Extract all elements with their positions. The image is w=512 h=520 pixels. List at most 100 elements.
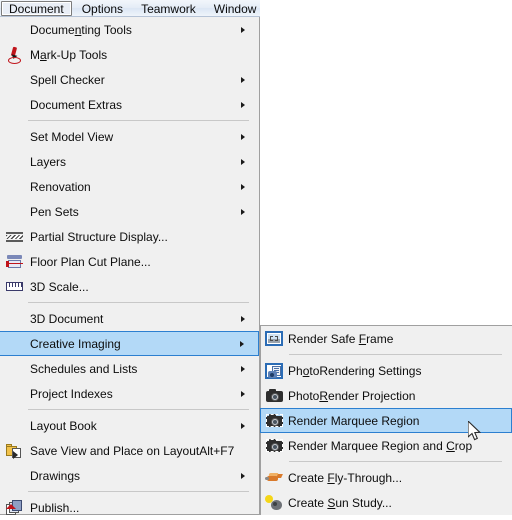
submenu-item-label: Render Marquee Region bbox=[288, 413, 420, 428]
submenu-separator bbox=[289, 461, 502, 462]
submenu-item-render-marquee-region-and-crop[interactable]: Render Marquee Region and Crop bbox=[261, 433, 512, 458]
submenu-arrow-icon bbox=[235, 365, 259, 372]
menu-item-3d-document[interactable]: 3D Document bbox=[0, 306, 259, 331]
menu-item-label: Mark-Up Tools bbox=[30, 47, 108, 62]
menu-icon-placeholder bbox=[0, 126, 28, 148]
submenu-item-render-marquee-region[interactable]: Render Marquee Region bbox=[260, 408, 512, 433]
menu-icon-placeholder bbox=[0, 151, 28, 173]
menu-item-label: Document Extras bbox=[30, 97, 123, 112]
creative-imaging-submenu-panel: Render Safe Frame PhotoRendering Setting… bbox=[260, 325, 512, 515]
render-safe-frame-icon bbox=[261, 328, 287, 350]
menu-item-pen-sets[interactable]: Pen Sets bbox=[0, 199, 259, 224]
submenu-item-create-fly-through[interactable]: Create Fly-Through... bbox=[261, 465, 512, 490]
menu-item-documenting-tools[interactable]: Documenting Tools bbox=[0, 17, 259, 42]
menu-item-layers[interactable]: Layers bbox=[0, 149, 259, 174]
submenu-item-label: Create Fly-Through... bbox=[288, 470, 403, 485]
menu-item-layout-book[interactable]: Layout Book bbox=[0, 413, 259, 438]
menubar-item-options[interactable]: Options bbox=[74, 1, 131, 16]
menu-icon-placeholder bbox=[0, 465, 28, 487]
menu-item-label: 3D Document bbox=[30, 311, 104, 326]
menu-icon-placeholder bbox=[0, 333, 28, 355]
submenu-arrow-icon bbox=[234, 340, 258, 347]
menu-item-label: Layers bbox=[30, 154, 67, 169]
camera-marquee-icon bbox=[261, 410, 287, 432]
menu-item-label: Schedules and Lists bbox=[30, 361, 138, 376]
menu-separator bbox=[28, 120, 249, 121]
menubar-item-teamwork[interactable]: Teamwork bbox=[133, 1, 204, 16]
menu-item-set-model-view[interactable]: Set Model View bbox=[0, 124, 259, 149]
menu-item-3d-scale[interactable]: 3D Scale... bbox=[0, 274, 259, 299]
ruler-icon bbox=[0, 276, 28, 298]
submenu-item-label: PhotoRender Projection bbox=[288, 388, 416, 403]
photorendering-settings-icon bbox=[261, 360, 287, 382]
menu-bar: Document Options Teamwork Window bbox=[0, 0, 260, 17]
fly-through-icon bbox=[261, 467, 287, 489]
menu-icon-placeholder bbox=[0, 176, 28, 198]
publish-icon bbox=[0, 497, 28, 519]
submenu-arrow-icon bbox=[235, 208, 259, 215]
menu-icon-placeholder bbox=[0, 358, 28, 380]
partial-structure-icon bbox=[0, 226, 28, 248]
sun-study-icon bbox=[261, 492, 287, 514]
menu-item-floor-plan-cut-plane[interactable]: Floor Plan Cut Plane... bbox=[0, 249, 259, 274]
submenu-arrow-icon bbox=[235, 133, 259, 140]
menu-item-label: Set Model View bbox=[30, 129, 114, 144]
menu-icon-placeholder bbox=[0, 308, 28, 330]
menu-item-schedules-and-lists[interactable]: Schedules and Lists bbox=[0, 356, 259, 381]
submenu-arrow-icon bbox=[235, 26, 259, 33]
menu-separator bbox=[28, 491, 249, 492]
submenu-arrow-icon bbox=[235, 76, 259, 83]
menu-icon-placeholder bbox=[0, 69, 28, 91]
menu-item-renovation[interactable]: Renovation bbox=[0, 174, 259, 199]
menu-item-label: Creative Imaging bbox=[30, 336, 121, 351]
submenu-arrow-icon bbox=[235, 183, 259, 190]
submenu-arrow-icon bbox=[235, 315, 259, 322]
menu-item-mark-up-tools[interactable]: Mark-Up Tools bbox=[0, 42, 259, 67]
menu-item-document-extras[interactable]: Document Extras bbox=[0, 92, 259, 117]
menu-icon-placeholder bbox=[0, 19, 28, 41]
menu-item-label: Renovation bbox=[30, 179, 91, 194]
submenu-item-create-sun-study[interactable]: Create Sun Study... bbox=[261, 490, 512, 515]
floor-plan-cut-plane-icon bbox=[0, 251, 28, 273]
menu-item-drawings[interactable]: Drawings bbox=[0, 463, 259, 488]
submenu-item-label: Render Safe Frame bbox=[288, 331, 394, 346]
menu-item-label: 3D Scale... bbox=[30, 279, 89, 294]
menu-separator bbox=[28, 409, 249, 410]
camera-marquee-crop-icon bbox=[261, 435, 287, 457]
submenu-separator bbox=[289, 354, 502, 355]
menu-icon-placeholder bbox=[0, 383, 28, 405]
menubar-item-document[interactable]: Document bbox=[1, 0, 72, 16]
menu-item-label: Floor Plan Cut Plane... bbox=[30, 254, 151, 269]
menu-item-creative-imaging[interactable]: Creative Imaging bbox=[0, 331, 259, 356]
menu-icon-placeholder bbox=[0, 94, 28, 116]
submenu-item-label: Render Marquee Region and Crop bbox=[288, 438, 473, 453]
menubar-item-window[interactable]: Window bbox=[206, 1, 265, 16]
menu-item-label: Partial Structure Display... bbox=[30, 229, 168, 244]
submenu-arrow-icon bbox=[235, 422, 259, 429]
menu-item-partial-structure-display[interactable]: Partial Structure Display... bbox=[0, 224, 259, 249]
menu-separator bbox=[28, 302, 249, 303]
menu-item-label: Publish... bbox=[30, 500, 80, 515]
submenu-arrow-icon bbox=[235, 472, 259, 479]
submenu-item-photorendering-settings[interactable]: PhotoRendering Settings bbox=[261, 358, 512, 383]
menu-item-label: Pen Sets bbox=[30, 204, 79, 219]
menu-item-label: Spell Checker bbox=[30, 72, 105, 87]
menu-item-label: Documenting Tools bbox=[30, 22, 132, 37]
menu-item-publish[interactable]: Publish... bbox=[0, 495, 259, 520]
submenu-item-label: PhotoRendering Settings bbox=[288, 363, 422, 378]
menu-item-label: Layout Book bbox=[30, 418, 97, 433]
submenu-item-render-safe-frame[interactable]: Render Safe Frame bbox=[261, 326, 512, 351]
menu-item-project-indexes[interactable]: Project Indexes bbox=[0, 381, 259, 406]
menu-item-save-view-and-place-on-layout[interactable]: Save View and Place on Layout Alt+F7 bbox=[0, 438, 259, 463]
submenu-arrow-icon bbox=[235, 101, 259, 108]
menu-icon-placeholder bbox=[0, 201, 28, 223]
submenu-arrow-icon bbox=[235, 158, 259, 165]
markup-pen-icon bbox=[0, 44, 28, 66]
camera-icon bbox=[261, 385, 287, 407]
submenu-item-label: Create Sun Study... bbox=[288, 495, 392, 510]
save-view-icon bbox=[0, 440, 28, 462]
menu-item-label: Save View and Place on Layout bbox=[30, 443, 200, 458]
menu-item-spell-checker[interactable]: Spell Checker bbox=[0, 67, 259, 92]
menu-icon-placeholder bbox=[0, 415, 28, 437]
submenu-item-photorender-projection[interactable]: PhotoRender Projection bbox=[261, 383, 512, 408]
